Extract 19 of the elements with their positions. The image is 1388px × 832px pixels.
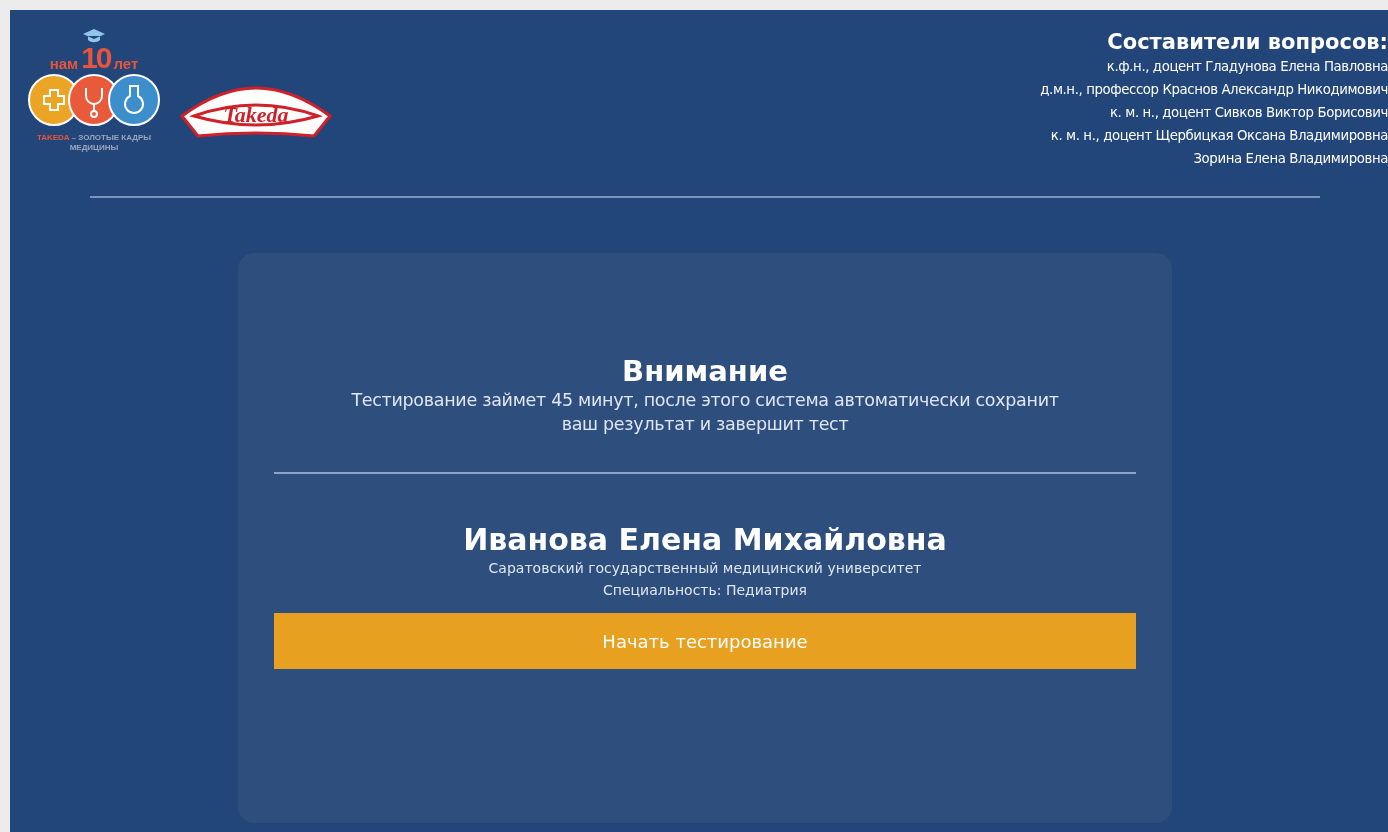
logo-tagline: МЕДИЦИНЫ bbox=[69, 143, 119, 153]
graduation-cap-icon bbox=[82, 28, 106, 44]
author-name: к. м. н., доцент Сивков Виктор Борисович bbox=[1109, 104, 1388, 122]
author-name: к. м. н., доцент Щербицкая Оксана Владимировна bbox=[1050, 127, 1388, 145]
university-text: Саратовский государственный медицинский университет bbox=[488, 559, 922, 578]
medical-circles-icon bbox=[28, 72, 160, 128]
participant-name: Иванова Елена Михайловна bbox=[463, 522, 947, 557]
notice-title: Внимание bbox=[622, 354, 788, 388]
notice-text: Тестирование займет 45 минут, после этого система автоматически сохранит ваш результат и завершит тест bbox=[350, 389, 1060, 436]
authors-title: Составители вопросов: bbox=[1107, 30, 1388, 54]
logo-text: лет bbox=[113, 55, 139, 72]
author-name: Зорина Елена Владимировна bbox=[1193, 150, 1388, 168]
logo-text: нам bbox=[49, 55, 79, 72]
author-name: к.ф.н., доцент Гладунова Елена Павловна bbox=[1106, 58, 1388, 76]
author-name: д.м.н., профессор Краснов Александр Никодимович bbox=[1040, 81, 1388, 99]
logo-tagline: TAKEDA – ЗОЛОТЫЕ КАДРЫ bbox=[36, 132, 152, 143]
logo-number: 10 bbox=[81, 44, 111, 72]
start-button[interactable]: Начать тестирование bbox=[274, 613, 1136, 669]
specialty-text: Специальность: Педиатрия bbox=[603, 581, 807, 600]
